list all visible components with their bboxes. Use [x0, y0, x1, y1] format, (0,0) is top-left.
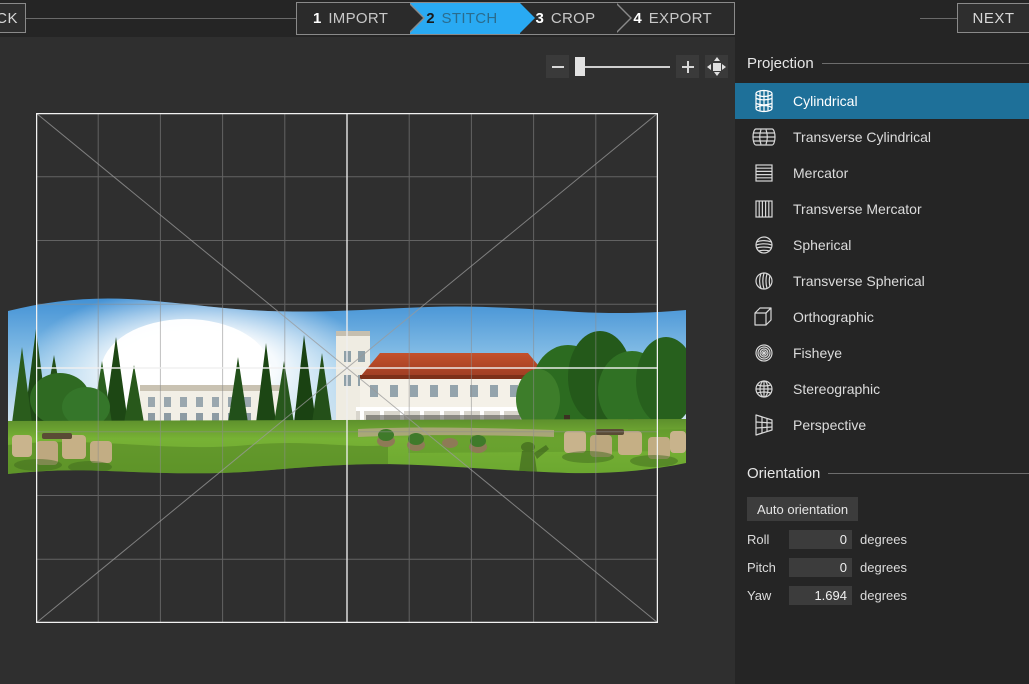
back-button-label: CK	[0, 9, 18, 27]
projection-item-mercator[interactable]: Mercator	[735, 155, 1029, 191]
orientation-section-header: Orientation	[735, 459, 1029, 487]
vertical-lines-icon	[755, 200, 773, 218]
step-label: EXPORT	[648, 10, 712, 27]
wizard-step-export[interactable]: 4 EXPORT	[617, 3, 734, 34]
transverse-cylinder-grid-icon	[752, 128, 776, 146]
auto-orientation-label: Auto orientation	[757, 501, 849, 517]
projection-item-label: Mercator	[793, 165, 849, 181]
projection-section-header: Projection	[735, 49, 1029, 77]
back-button[interactable]: CK	[0, 3, 26, 33]
roll-label: Roll	[747, 532, 770, 547]
projection-item-label: Transverse Mercator	[793, 201, 922, 217]
projection-item-label: Spherical	[793, 237, 852, 253]
projection-item-fisheye[interactable]: Fisheye	[735, 335, 1029, 371]
sphere-horizontal-icon	[755, 236, 773, 254]
crop-grid-overlay[interactable]	[36, 113, 658, 623]
projection-item-transverse-cylindrical[interactable]: Transverse Cylindrical	[735, 119, 1029, 155]
projection-item-transverse-mercator[interactable]: Transverse Mercator	[735, 191, 1029, 227]
auto-orientation-button[interactable]: Auto orientation	[747, 497, 859, 521]
pitch-label: Pitch	[747, 560, 776, 575]
yaw-input[interactable]: 1.694	[789, 586, 852, 605]
next-button-label: NEXT	[972, 9, 1015, 27]
step-number: 3	[535, 10, 544, 27]
next-button-wrap: NEXT	[957, 3, 1029, 33]
step-label: IMPORT	[328, 10, 389, 27]
panorama-stage[interactable]	[0, 37, 735, 684]
orientation-title: Orientation	[747, 464, 821, 482]
trapezoid-grid-icon	[755, 414, 773, 436]
top-wizard-bar: CK 1 IMPORT 2 STITCH 3 CROP 4 EXPORT NEX…	[0, 0, 1029, 37]
globe-icon	[755, 380, 773, 398]
projection-item-label: Cylindrical	[793, 93, 858, 109]
projection-item-label: Fisheye	[793, 345, 843, 361]
pitch-input[interactable]: 0	[789, 558, 852, 577]
step-number: 2	[426, 10, 435, 27]
cube-icon	[754, 307, 772, 326]
wizard-step-stitch[interactable]: 2 STITCH	[410, 3, 535, 34]
roll-field-row: Roll 0 degrees	[747, 530, 1029, 549]
yaw-unit: degrees	[860, 588, 907, 603]
sphere-vertical-icon	[755, 272, 773, 290]
section-divider	[828, 472, 1029, 474]
step-label: STITCH	[441, 10, 498, 27]
projection-item-label: Stereographic	[793, 381, 881, 397]
projection-item-orthographic[interactable]: Orthographic	[735, 299, 1029, 335]
step-number: 1	[313, 10, 322, 27]
yaw-field-row: Yaw 1.694 degrees	[747, 586, 1029, 605]
projection-title: Projection	[747, 54, 814, 72]
next-button[interactable]: NEXT	[957, 3, 1029, 33]
projection-item-label: Perspective	[793, 417, 867, 433]
projection-item-perspective[interactable]: Perspective	[735, 407, 1029, 443]
concentric-circles-icon	[755, 344, 773, 362]
pitch-field-row: Pitch 0 degrees	[747, 558, 1029, 577]
section-divider	[821, 62, 1029, 64]
projection-list: Cylindrical Transverse Cylindrical Merca…	[735, 83, 1029, 443]
projection-item-stereographic[interactable]: Stereographic	[735, 371, 1029, 407]
projection-item-label: Transverse Spherical	[793, 273, 925, 289]
projection-item-label: Orthographic	[793, 309, 874, 325]
projection-item-cylindrical[interactable]: Cylindrical	[735, 83, 1029, 119]
preview-canvas[interactable]	[0, 37, 735, 684]
yaw-label: Yaw	[747, 588, 772, 603]
wizard-step-import[interactable]: 1 IMPORT	[297, 3, 426, 34]
roll-input[interactable]: 0	[789, 530, 852, 549]
roll-unit: degrees	[860, 532, 907, 547]
step-label: CROP	[550, 10, 596, 27]
right-sidebar: Projection Cylindrical Transverse Cylind…	[735, 37, 1029, 684]
topbar-rule-left	[0, 18, 296, 19]
panorama-stitcher-window: CK 1 IMPORT 2 STITCH 3 CROP 4 EXPORT NEX…	[0, 0, 1029, 684]
projection-item-spherical[interactable]: Spherical	[735, 227, 1029, 263]
horizontal-lines-icon	[755, 164, 773, 182]
cylinder-grid-icon	[755, 89, 773, 113]
orientation-section: Orientation Auto orientation Roll 0 degr…	[735, 459, 1029, 605]
projection-item-label: Transverse Cylindrical	[793, 129, 931, 145]
step-number: 4	[633, 10, 642, 27]
wizard-steps: 1 IMPORT 2 STITCH 3 CROP 4 EXPORT	[296, 2, 735, 35]
projection-item-transverse-spherical[interactable]: Transverse Spherical	[735, 263, 1029, 299]
pitch-unit: degrees	[860, 560, 907, 575]
